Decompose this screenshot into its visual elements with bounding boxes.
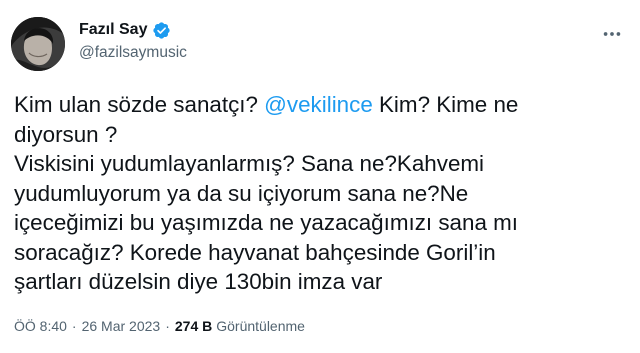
tweet-text-segment: soracağız? Korede hayvanat bahçesinde Go… [14, 239, 496, 265]
tweet-text-line: soracağız? Korede hayvanat bahçesinde Go… [14, 238, 630, 268]
avatar[interactable] [11, 17, 65, 71]
tweet-time[interactable]: ÖÖ 8:40 [14, 318, 67, 334]
tweet-text-line: Viskisini yudumlayanlarmış? Sana ne?Kahv… [14, 149, 630, 179]
author-display-name[interactable]: Fazıl Say [79, 21, 147, 39]
tweet-meta: ÖÖ 8:40 · 26 Mar 2023 · 274 B Görüntülen… [14, 318, 305, 334]
verified-badge-icon[interactable] [152, 21, 171, 40]
tweet-text-segment: yudumluyorum ya da su içiyorum sana ne?N… [14, 180, 469, 206]
views-count: 274 B [174, 318, 213, 334]
tweet-text-segment: Kim ulan sözde sanatçı? [14, 92, 265, 117]
tweet-text-line: şartları düzelsin diye 130bin imza var [14, 267, 630, 297]
tweet-text-segment: şartları düzelsin diye 130bin imza var [14, 269, 383, 294]
more-options-icon [603, 32, 621, 36]
tweet-text: Kim ulan sözde sanatçı? @vekilince Kim? … [14, 90, 630, 297]
tweet-card: Fazıl Say @fazilsaymusic Kim ulan sözde … [0, 0, 640, 353]
tweet-text-segment: Kim? Kime ne [372, 92, 519, 117]
avatar-image [11, 17, 65, 71]
mention-link[interactable]: @vekilince [264, 92, 373, 117]
tweet-text-segment: diyorsun ? [14, 121, 118, 147]
more-options-button[interactable] [600, 22, 624, 46]
tweet-text-segment: içeceğimizi bu yaşımızda ne yazacağımızı… [14, 210, 518, 235]
meta-separator: · [165, 318, 170, 334]
meta-separator: · [71, 318, 77, 334]
tweet-text-line: diyorsun ? [14, 120, 630, 150]
tweet-text-line: Kim ulan sözde sanatçı? @vekilince Kim? … [14, 90, 630, 120]
author-name-row: Fazıl Say [79, 19, 171, 41]
tweet-date[interactable]: 26 Mar 2023 [82, 318, 161, 334]
author-handle[interactable]: @fazilsaymusic [79, 44, 187, 62]
tweet-text-segment: Viskisini yudumlayanlarmış? Sana ne?Kahv… [14, 151, 485, 176]
tweet-text-line: içeceğimizi bu yaşımızda ne yazacağımızı… [14, 208, 630, 238]
views-label: Görüntülenme [216, 318, 305, 334]
tweet-text-line: yudumluyorum ya da su içiyorum sana ne?N… [14, 179, 630, 209]
